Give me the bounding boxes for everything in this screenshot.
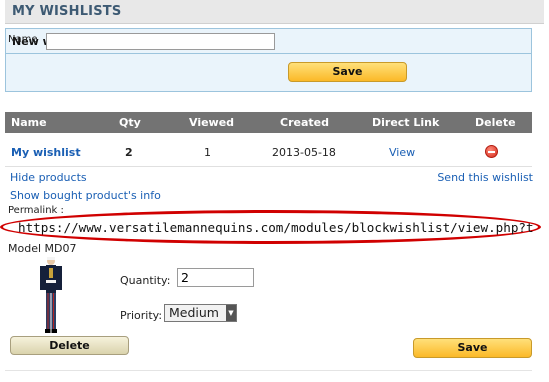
priority-select[interactable]: Medium ▼ [164,304,237,322]
col-delete-header: Delete [475,116,516,129]
show-bought-info-link[interactable]: Show bought product's info [10,189,161,202]
col-name-header: Name [11,116,47,129]
bottom-divider [5,370,532,371]
wishlist-name-link[interactable]: My wishlist [11,146,81,159]
permalink-url[interactable]: https://www.versatilemannequins.com/modu… [18,218,533,238]
quantity-input[interactable] [177,268,254,287]
priority-selected-value: Medium [169,305,219,320]
wishlist-table-header: Name Qty Viewed Created Direct Link Dele… [5,112,532,133]
page-title: MY WISHLISTS [12,4,122,19]
permalink-label: Permalink : [8,205,64,216]
wishlist-created: 2013-05-18 [272,146,336,159]
save-product-button[interactable]: Save [413,338,532,358]
col-created-header: Created [280,116,329,129]
delete-icon[interactable] [485,145,498,158]
product-model-label: Model MD07 [8,242,77,255]
name-label: Name [8,34,38,45]
wishlist-view-link[interactable]: View [389,146,415,159]
select-arrow-icon: ▼ [226,305,236,321]
product-image [40,257,62,333]
hide-products-link[interactable]: Hide products [10,171,87,184]
wishlist-name-input[interactable] [46,33,275,50]
col-qty-header: Qty [119,116,141,129]
save-new-wishlist-button[interactable]: Save [288,62,407,82]
col-direct-link-header: Direct Link [372,116,440,129]
send-wishlist-link[interactable]: Send this wishlist [437,171,533,184]
wishlist-qty: 2 [125,146,133,159]
quantity-label: Quantity: [120,274,171,287]
page-title-bar: MY WISHLISTS [5,0,544,24]
wishlist-viewed: 1 [204,146,211,159]
col-viewed-header: Viewed [189,116,235,129]
priority-label: Priority: [120,309,163,322]
row-divider [5,166,532,167]
delete-product-button[interactable]: Delete [10,336,129,355]
